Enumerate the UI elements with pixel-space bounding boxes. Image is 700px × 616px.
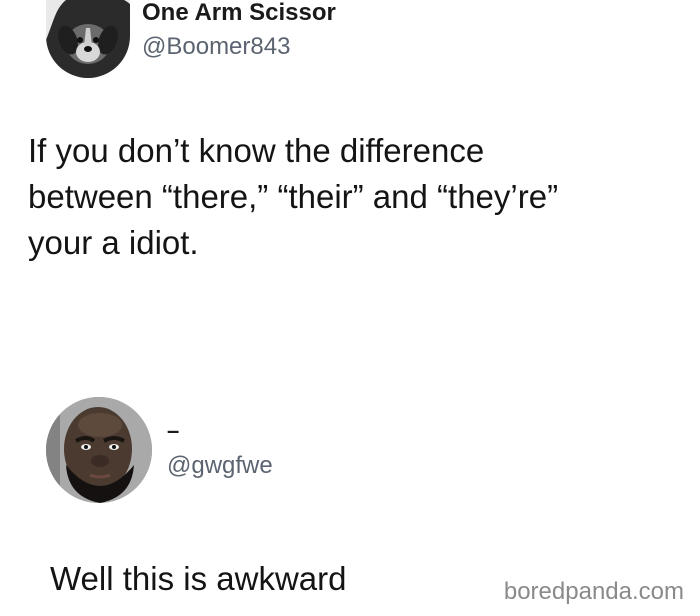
tweet-text-line: your a idiot. xyxy=(28,224,199,261)
avatar-man[interactable] xyxy=(46,397,152,503)
display-name[interactable]: One Arm Scissor xyxy=(142,0,336,27)
watermark: boredpanda.com xyxy=(503,578,684,605)
tweet-text-line: If you don’t know the difference xyxy=(28,132,485,169)
dog-photo-icon xyxy=(46,0,130,78)
display-name[interactable]: – xyxy=(167,418,179,444)
user-handle[interactable]: @gwgfwe xyxy=(167,452,273,480)
tweet-text: If you don’t know the difference between… xyxy=(28,128,558,266)
man-photo-icon xyxy=(46,397,152,503)
tweet-text: Well this is awkward xyxy=(50,560,347,597)
avatar-dog[interactable] xyxy=(46,0,130,78)
tweet-text-line: between “there,” “their” and “they’re” xyxy=(28,178,559,215)
user-handle[interactable]: @Boomer843 xyxy=(142,33,290,61)
